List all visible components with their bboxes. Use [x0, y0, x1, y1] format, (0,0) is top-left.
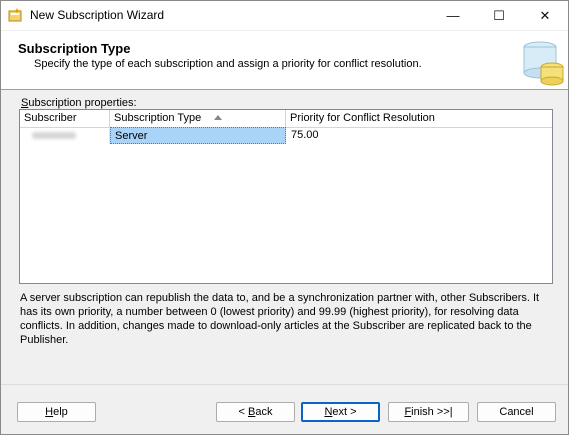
database-illustration-icon: [523, 41, 564, 86]
title-bar[interactable]: New Subscription Wizard — ☐ ✕: [1, 1, 568, 30]
subscription-properties-grid[interactable]: Subscriber Subscription Type Priority fo…: [19, 109, 553, 284]
maximize-button[interactable]: ☐: [476, 1, 522, 30]
redacted-subscriber-name: [32, 132, 76, 139]
subscription-properties-label: Subscription properties:: [21, 97, 137, 109]
description-text: A server subscription can republish the …: [20, 292, 540, 346]
cell-priority[interactable]: 75.00: [286, 127, 552, 144]
wizard-window: New Subscription Wizard — ☐ ✕ Subscripti…: [0, 0, 569, 435]
page-title: Subscription Type: [18, 41, 131, 56]
next-button[interactable]: Next >: [301, 402, 380, 422]
column-header-label: Subscription Type: [114, 112, 202, 124]
minimize-button[interactable]: —: [430, 1, 476, 30]
label-text: ubscription properties:: [28, 97, 137, 109]
column-header-subscription-type[interactable]: Subscription Type: [110, 110, 286, 127]
footer-divider: [1, 384, 568, 385]
help-button[interactable]: Help: [17, 402, 96, 422]
back-button[interactable]: < Back: [216, 402, 295, 422]
column-header-priority[interactable]: Priority for Conflict Resolution: [286, 110, 552, 127]
cancel-button[interactable]: Cancel: [477, 402, 556, 422]
finish-button[interactable]: Finish >>|: [388, 402, 469, 422]
cell-subscriber: [20, 127, 110, 144]
column-header-subscriber[interactable]: Subscriber: [20, 110, 110, 127]
wizard-app-icon: [8, 8, 22, 22]
cell-subscription-type[interactable]: Server: [110, 127, 286, 144]
table-row[interactable]: Server 75.00: [20, 127, 552, 144]
header-banner: Subscription Type Specify the type of ea…: [1, 31, 568, 90]
grid-header: Subscriber Subscription Type Priority fo…: [20, 110, 552, 128]
close-button[interactable]: ✕: [522, 1, 568, 30]
sort-ascending-icon: [214, 115, 222, 120]
window-title: New Subscription Wizard: [30, 8, 165, 22]
page-subtitle: Specify the type of each subscription an…: [34, 58, 422, 70]
